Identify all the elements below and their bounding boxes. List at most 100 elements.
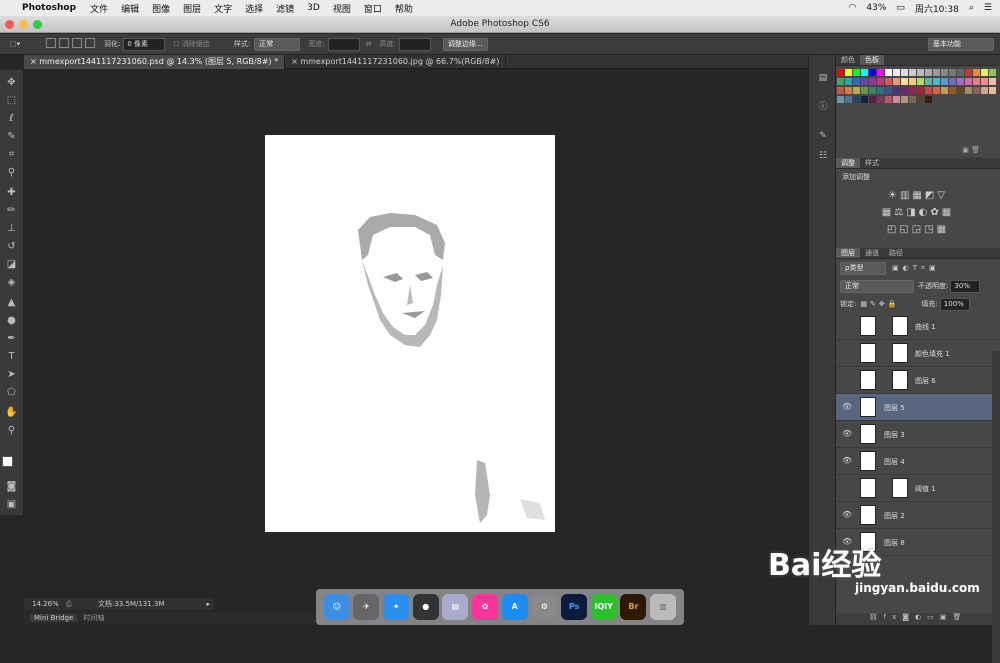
opacity-input[interactable]: 30% [950, 279, 981, 293]
swatch[interactable] [941, 87, 948, 94]
swatch[interactable] [981, 78, 988, 85]
swatch[interactable] [957, 69, 964, 76]
visibility-toggle[interactable] [842, 348, 852, 358]
swatch[interactable] [893, 78, 900, 85]
swatch[interactable] [981, 69, 988, 76]
qq-icon[interactable]: ● [412, 594, 439, 620]
swatch[interactable] [933, 87, 940, 94]
swatch[interactable] [869, 96, 876, 103]
swatch[interactable] [989, 78, 996, 85]
swatch[interactable] [877, 96, 884, 103]
swatch[interactable] [909, 78, 916, 85]
menu-layer[interactable]: 图层 [183, 2, 201, 15]
swatch[interactable] [901, 69, 908, 76]
style-select[interactable]: 正常 [254, 37, 301, 51]
tab-styles[interactable]: 样式 [860, 158, 884, 168]
swatch[interactable] [845, 78, 852, 85]
battery-icon[interactable]: ▭ [896, 3, 905, 13]
preview-icon[interactable]: ▤ [442, 594, 469, 620]
menu-type[interactable]: 文字 [214, 2, 232, 15]
swatch[interactable] [909, 87, 916, 94]
swatch[interactable] [893, 87, 900, 94]
height-input[interactable] [398, 37, 431, 51]
clock[interactable]: 周六10:38 [915, 2, 959, 15]
launchpad-icon[interactable]: ✈ [353, 594, 380, 620]
hand-tool-icon[interactable]: ✋ [3, 406, 20, 420]
swatch[interactable] [861, 96, 868, 103]
minimize-icon[interactable] [19, 20, 28, 29]
swatch[interactable] [925, 87, 932, 94]
layer-row[interactable]: 👁 图层 4 [836, 448, 1000, 475]
close-icon[interactable] [5, 20, 14, 29]
swatch[interactable] [949, 78, 956, 85]
menu-view[interactable]: 视图 [333, 2, 351, 15]
swatch[interactable] [885, 87, 892, 94]
stamp-tool-icon[interactable]: ⊥ [3, 222, 20, 236]
photos-icon[interactable]: ✿ [472, 594, 499, 620]
swatch[interactable] [861, 69, 868, 76]
move-tool-icon[interactable]: ✥ [3, 76, 20, 90]
tab-paths[interactable]: 路径 [884, 248, 908, 258]
tab-color[interactable]: 颜色 [836, 55, 860, 65]
swatch[interactable] [901, 78, 908, 85]
swatch[interactable] [965, 78, 972, 85]
swatch[interactable] [853, 78, 860, 85]
marquee-tool-icon[interactable]: ⬚ [3, 94, 20, 108]
menu-select[interactable]: 选择 [245, 2, 263, 15]
fill-input[interactable]: 100% [939, 297, 970, 311]
antialias-checkbox[interactable]: ☐ 消除锯齿 [173, 39, 210, 49]
swatch[interactable] [837, 96, 844, 103]
menu-filter[interactable]: 滤镜 [276, 2, 294, 15]
status-arrow-icon[interactable]: ▸ [206, 600, 210, 608]
lasso-tool-icon[interactable]: ℓ [3, 112, 20, 126]
swatch[interactable] [845, 96, 852, 103]
layer-kind-select[interactable]: ρ类型 [840, 261, 886, 275]
bucket-tool-icon[interactable]: ◈ [3, 276, 20, 290]
swap-icon[interactable]: ⇄ [366, 40, 372, 48]
layer-row[interactable]: 👁 图层 5 [836, 394, 1000, 421]
swatch[interactable] [965, 69, 972, 76]
trash-icon[interactable]: ▥ [650, 594, 677, 620]
swatch[interactable] [893, 96, 900, 103]
document-canvas[interactable] [265, 135, 555, 532]
swatch[interactable] [909, 96, 916, 103]
finder-icon[interactable]: ☺ [323, 594, 350, 620]
swatch[interactable] [885, 96, 892, 103]
brush-panel-icon[interactable]: ✎ [816, 131, 830, 143]
selection-mode-icons[interactable] [46, 38, 98, 50]
swatch[interactable] [853, 69, 860, 76]
swatch[interactable] [933, 78, 940, 85]
app-store-icon[interactable]: A [501, 594, 528, 620]
swatches-grid[interactable] [836, 66, 1000, 146]
dodge-tool-icon[interactable]: ● [3, 314, 20, 328]
history-brush-tool-icon[interactable]: ↺ [3, 240, 20, 254]
tab-timeline[interactable]: 时间轴 [83, 613, 104, 623]
swatch[interactable] [877, 78, 884, 85]
swatch[interactable] [973, 69, 980, 76]
menu-3d[interactable]: 3D [307, 3, 320, 13]
system-preferences-icon[interactable]: ⚙ [531, 594, 558, 620]
tab-mini-bridge[interactable]: Mini Bridge [30, 614, 78, 622]
swatch[interactable] [957, 87, 964, 94]
maximize-icon[interactable] [33, 20, 42, 29]
tab-swatches[interactable]: 色板 [860, 55, 884, 65]
swatch[interactable] [853, 87, 860, 94]
visibility-toggle[interactable] [842, 483, 852, 493]
layer-row[interactable]: 图层 6 [836, 367, 1000, 394]
tab-psd-document[interactable]: × mmexport1441117231060.psd @ 14.3% (图层 … [24, 55, 286, 69]
quick-select-tool-icon[interactable]: ✎ [3, 130, 20, 144]
swatch[interactable] [837, 78, 844, 85]
swatch[interactable] [949, 69, 956, 76]
width-input[interactable] [327, 37, 360, 51]
feather-input[interactable]: 0 像素 [123, 37, 166, 51]
swatch[interactable] [901, 87, 908, 94]
swatch[interactable] [853, 96, 860, 103]
search-icon[interactable]: ⌕ [969, 3, 974, 13]
swatch[interactable] [925, 96, 932, 103]
foreground-color-swatch[interactable] [2, 456, 13, 467]
swatch[interactable] [925, 78, 932, 85]
type-tool-icon[interactable]: T [3, 350, 20, 364]
swatch[interactable] [893, 69, 900, 76]
layer-filter-icons[interactable]: ▣◐T⌗▣ [892, 264, 940, 273]
swatch[interactable] [869, 78, 876, 85]
